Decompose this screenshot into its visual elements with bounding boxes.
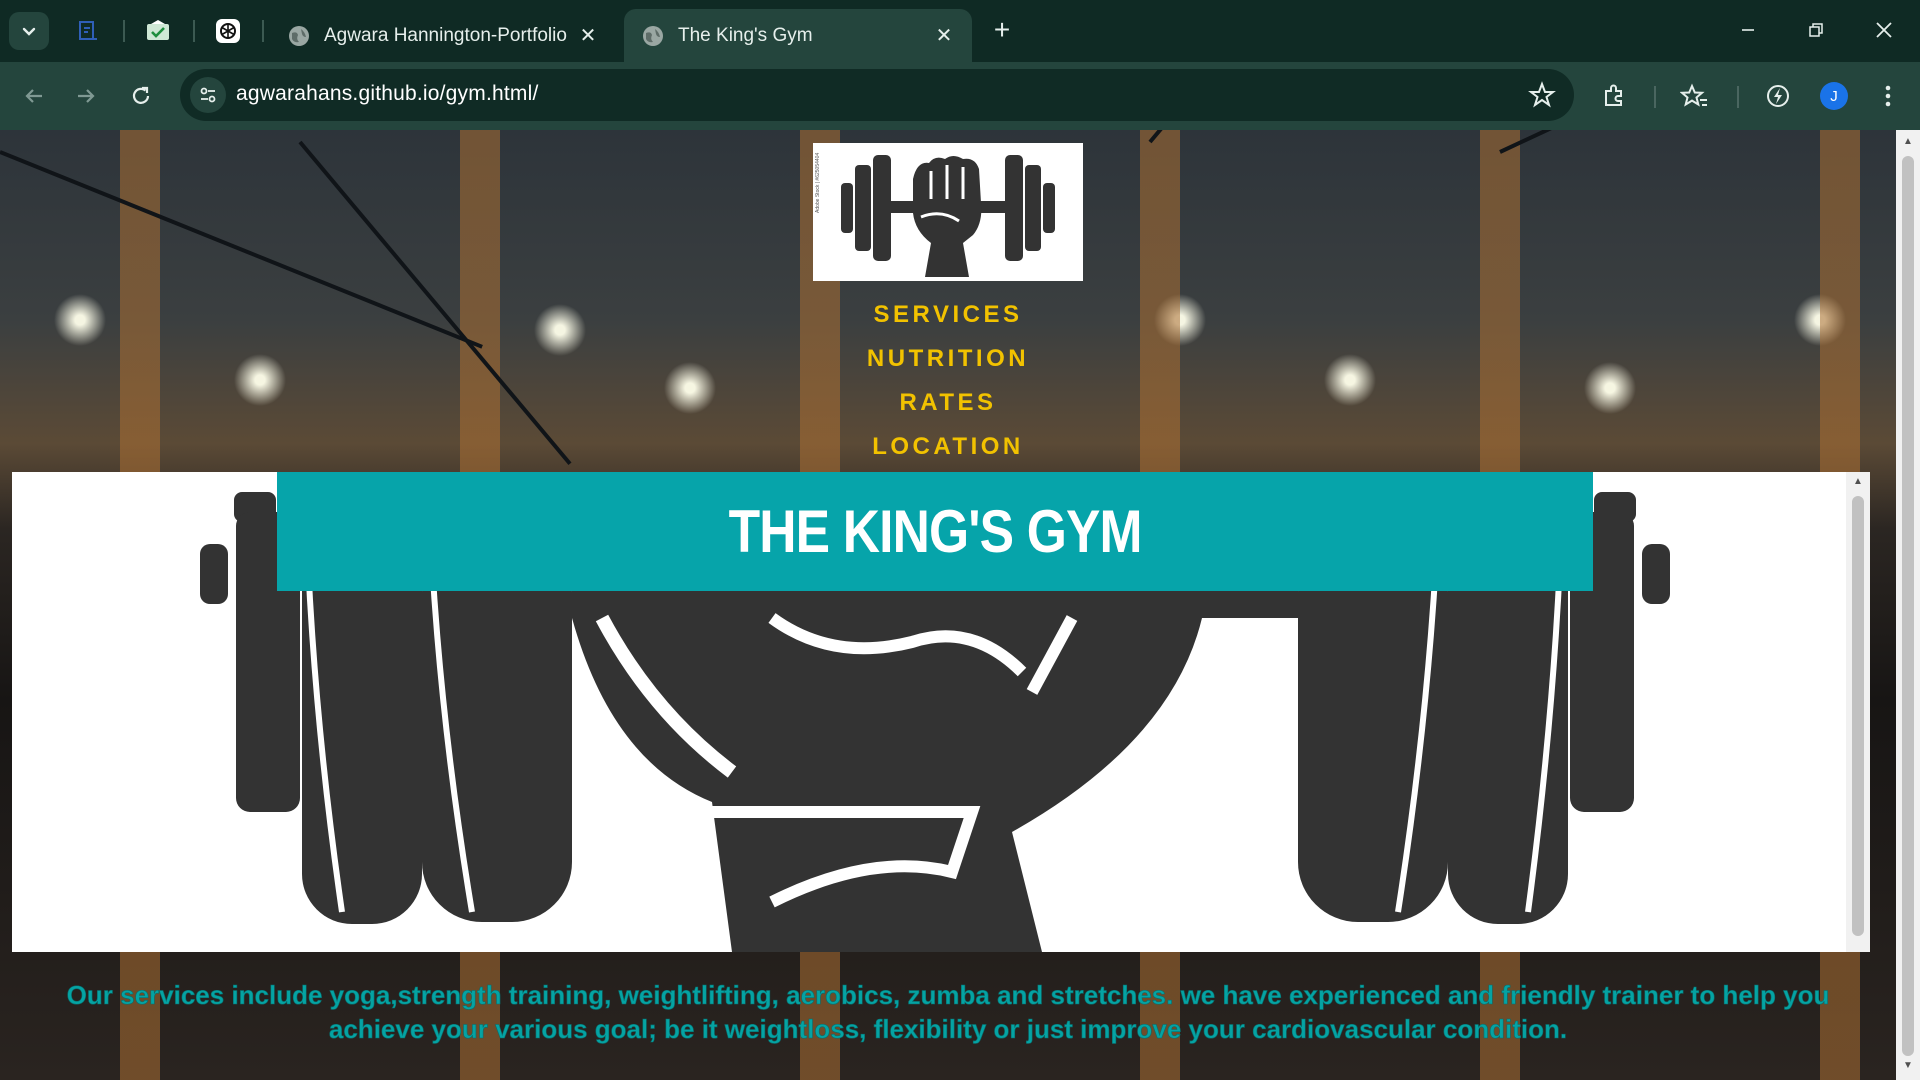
back-button[interactable] xyxy=(14,76,54,116)
hero-frame: THE KING'S GYM xyxy=(12,472,1858,952)
star-list-icon xyxy=(1680,83,1707,107)
forward-button[interactable] xyxy=(66,76,106,116)
browser-menu-button[interactable] xyxy=(1872,80,1904,112)
performance-button[interactable] xyxy=(1762,80,1794,112)
toolbar-separator xyxy=(1654,86,1656,108)
document-app-icon xyxy=(79,21,97,40)
services-description: Our services include yoga,strength train… xyxy=(66,980,1830,1045)
ceiling-beam xyxy=(1148,130,1422,144)
tasks-check-icon xyxy=(147,20,169,40)
tune-icon xyxy=(200,87,216,103)
arrow-right-icon xyxy=(78,89,95,103)
reload-icon xyxy=(132,86,150,104)
chevron-down-icon xyxy=(22,27,36,36)
logo-credit-text: Adobe Stock | #625054404 xyxy=(815,152,821,213)
globe-icon xyxy=(289,25,309,46)
tab-close-button[interactable]: ✕ xyxy=(932,24,956,48)
bookmark-star-button[interactable] xyxy=(1528,81,1556,109)
tab-separator xyxy=(123,20,125,42)
hero-title-banner: THE KING'S GYM xyxy=(277,472,1593,591)
toolbar-separator xyxy=(1737,86,1739,108)
tab-separator xyxy=(193,20,195,42)
fist-dumbbell-logo-icon xyxy=(841,155,1055,277)
kebab-menu-icon xyxy=(1885,85,1891,107)
url-text[interactable]: agwarahans.github.io/gym.html/ xyxy=(236,82,539,106)
tab-separator xyxy=(262,20,264,42)
restore-button[interactable] xyxy=(1786,8,1846,52)
tab-search-button[interactable] xyxy=(9,12,49,50)
nav-link-services[interactable]: SERVICES xyxy=(0,293,1896,337)
page-viewport: Adobe Stock | #625054404 SERVICES NUTRIT… xyxy=(0,130,1920,1080)
tab-close-button[interactable]: ✕ xyxy=(576,24,600,48)
arrow-left-icon xyxy=(25,89,42,103)
speed-leaf-icon xyxy=(1767,85,1789,107)
tab-kings-gym[interactable]: The King's Gym ✕ xyxy=(624,9,972,62)
new-tab-button[interactable]: + xyxy=(984,12,1020,48)
star-outline-icon xyxy=(1528,81,1556,108)
tab-title: Agwara Hannington-Portfolio xyxy=(324,24,567,46)
pinned-tab-chatgpt[interactable] xyxy=(206,12,250,50)
page-scrollbar[interactable]: ▲ ▼ xyxy=(1896,130,1920,1080)
close-icon xyxy=(1876,22,1892,38)
pinned-tab-tasks[interactable] xyxy=(136,12,180,50)
close-window-button[interactable] xyxy=(1854,8,1914,52)
minimize-icon xyxy=(1742,29,1754,31)
hero-scrollbar[interactable]: ▲ xyxy=(1846,472,1870,952)
globe-icon xyxy=(643,25,663,46)
tab-portfolio[interactable]: Agwara Hannington-Portfolio ✕ xyxy=(270,9,616,62)
nav-link-nutrition[interactable]: NUTRITION xyxy=(0,337,1896,381)
hero-scrollbar-thumb[interactable] xyxy=(1852,496,1864,936)
gym-logo[interactable]: Adobe Stock | #625054404 xyxy=(813,143,1083,281)
scroll-up-arrow-icon[interactable]: ▲ xyxy=(1902,136,1914,148)
nav-link-location[interactable]: LOCATION xyxy=(0,425,1896,469)
extensions-button[interactable] xyxy=(1598,80,1630,112)
tab-strip: Agwara Hannington-Portfolio ✕ The King's… xyxy=(0,0,1920,62)
reload-button[interactable] xyxy=(121,76,161,116)
restore-icon xyxy=(1809,23,1823,37)
chatgpt-icon xyxy=(216,19,240,43)
ceiling-beam xyxy=(1499,130,1882,154)
minimize-button[interactable] xyxy=(1718,8,1778,52)
browser-toolbar: agwarahans.github.io/gym.html/ J xyxy=(0,62,1920,130)
page-title: THE KING'S GYM xyxy=(728,498,1142,565)
site-info-button[interactable] xyxy=(190,77,226,113)
scroll-down-arrow-icon[interactable]: ▼ xyxy=(1902,1060,1914,1072)
pinned-tab-docs[interactable] xyxy=(66,12,110,50)
address-bar[interactable]: agwarahans.github.io/gym.html/ xyxy=(180,69,1574,121)
page-scrollbar-thumb[interactable] xyxy=(1902,156,1914,1056)
profile-avatar[interactable]: J xyxy=(1820,82,1848,110)
bookmarks-button[interactable] xyxy=(1678,80,1710,112)
tab-title: The King's Gym xyxy=(678,24,813,46)
scroll-up-arrow-icon[interactable]: ▲ xyxy=(1852,476,1864,488)
main-navigation: SERVICES NUTRITION RATES LOCATION xyxy=(0,293,1896,469)
puzzle-icon xyxy=(1605,84,1622,106)
nav-link-rates[interactable]: RATES xyxy=(0,381,1896,425)
